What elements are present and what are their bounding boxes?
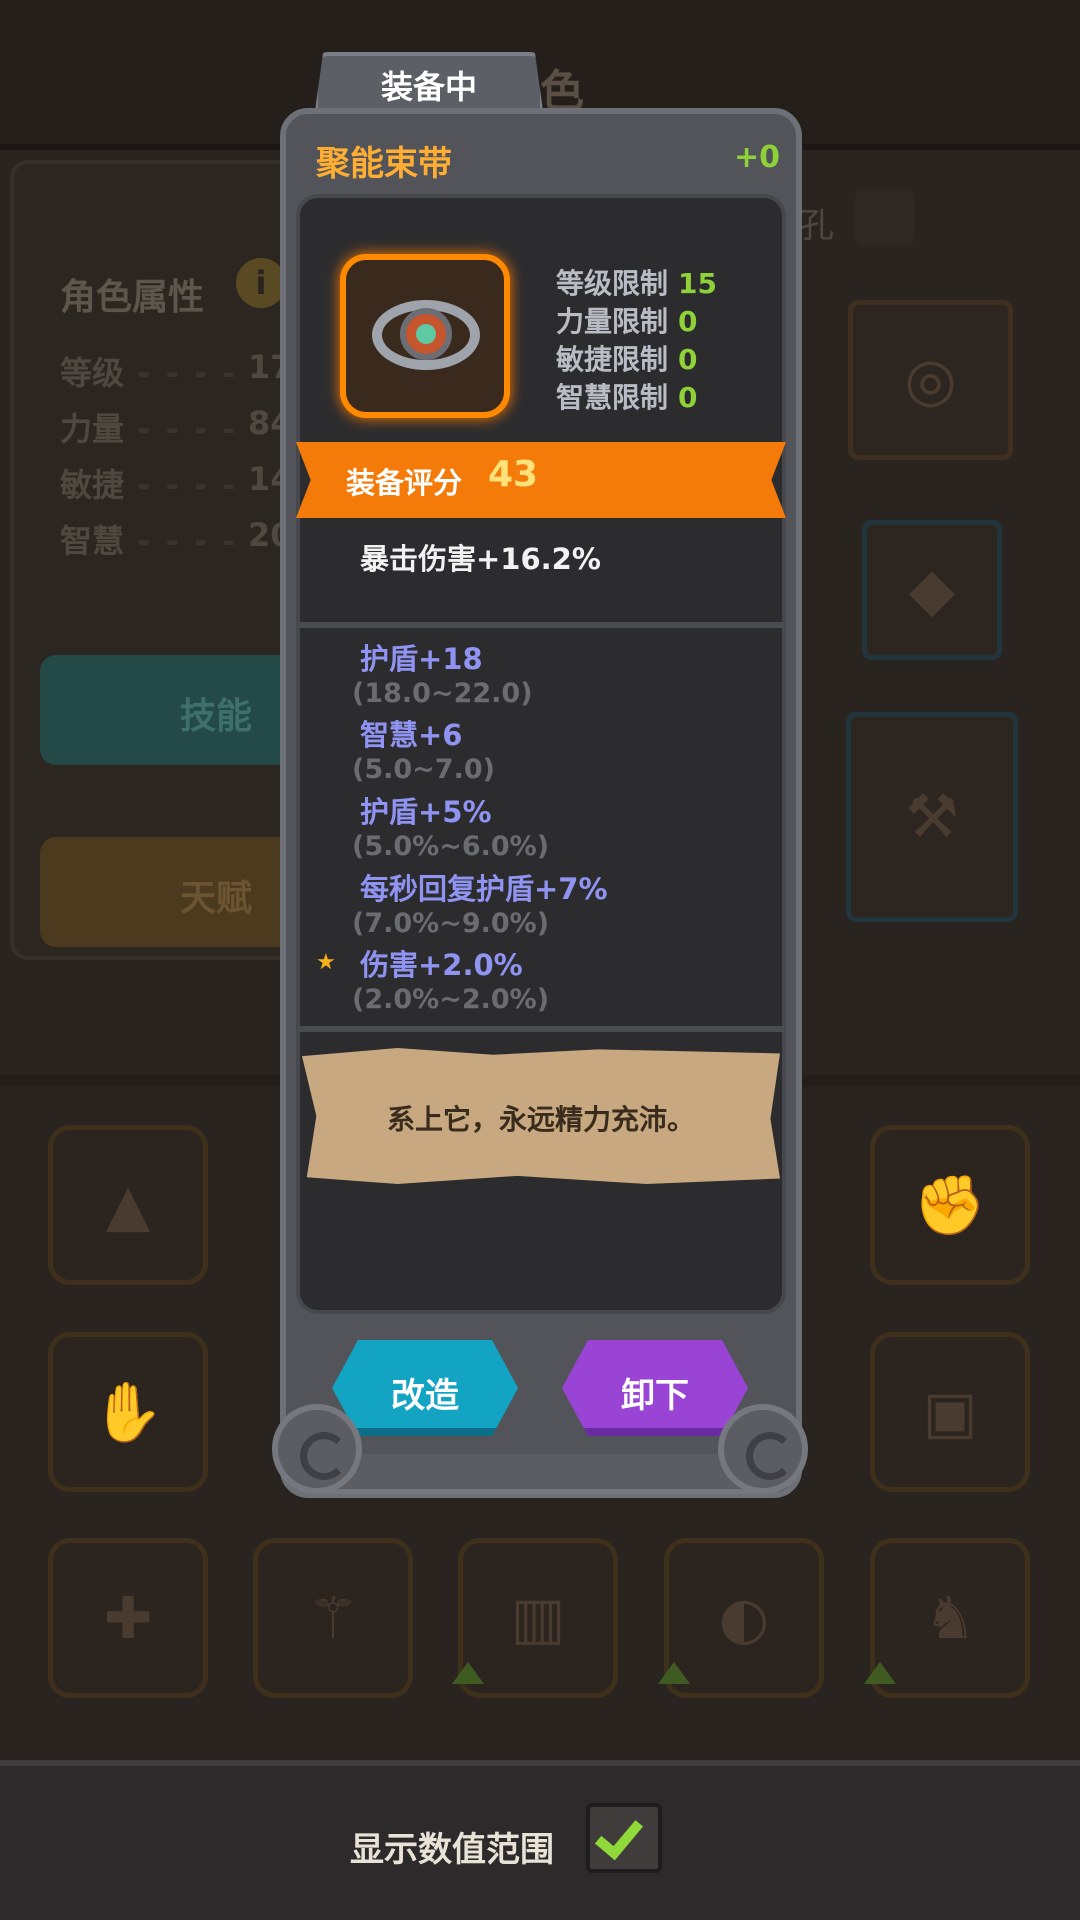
gauntlet-icon: ✊ [913,1170,987,1239]
attributes-title: 角色属性 [60,277,205,318]
inventory-slot[interactable]: ▲ [48,1125,208,1285]
requirement-label: 智慧限制 [556,381,669,414]
requirement-wisdom: 智慧限制 0 [556,376,698,416]
requirement-label: 敏捷限制 [556,343,669,376]
necklace-icon: ◆ [908,555,956,625]
affix-range: (5.0%~6.0%) [352,831,550,862]
stat-label: 等级 [60,354,125,392]
affix-line: 护盾+18 [360,642,483,676]
staff-icon: ⚚ [307,1584,359,1652]
equip-slot-necklace[interactable]: ◆ [862,520,1002,660]
axe-icon: ◐ [718,1584,770,1652]
stat-wisdom: 智慧 - - - - - 20 [60,516,293,560]
chest-icon: ✚ [103,1584,153,1652]
show-range-label: 显示数值范围 [350,1830,554,1870]
inventory-slot[interactable]: ▣ [870,1332,1030,1492]
affix-line: 护盾+5% [360,795,492,829]
socket-label: 孔 [800,206,834,246]
affix-line: 每秒回复护盾+7% [360,872,608,906]
section-divider [298,622,784,628]
requirement-value: 0 [678,305,698,338]
score-label: 装备评分 [346,466,463,500]
armor-icon: ▣ [922,1378,978,1446]
requirement-agility: 敏捷限制 0 [556,338,698,378]
skill-button[interactable]: 技能 [40,655,300,765]
stat-level: 等级 - - - - - 17 [60,348,293,392]
reforge-button-label: 改造 [391,1376,459,1416]
flavor-text: 系上它，永远精力充沛。 [386,1103,695,1136]
equip-slot-weapon[interactable]: ⚒ [846,712,1018,922]
skill-button-label: 技能 [180,696,253,737]
stat-label: 力量 [60,410,125,448]
curl-ornament-icon [272,1404,362,1494]
requirement-value: 0 [678,381,698,414]
equipped-tab-label: 装备中 [380,68,477,106]
inventory-slot[interactable]: ✋ [48,1332,208,1492]
helmet-icon: ♞ [924,1584,976,1652]
unequip-button-label: 卸下 [621,1376,689,1416]
bracer-icon: ▥ [510,1584,566,1652]
glove-icon: ✋ [91,1377,165,1446]
inventory-slot[interactable]: ✚ [48,1538,208,1698]
base-stat: 暴击伤害+16.2% [360,542,601,576]
stat-label: 敏捷 [60,466,125,504]
requirement-label: 力量限制 [556,305,669,338]
affix-range: (7.0%~9.0%) [352,908,550,939]
star-icon: ★ [316,950,336,975]
stat-strength: 力量 - - - - - 84 [60,404,293,448]
affix-line: 伤害+2.0% [360,948,523,982]
boots-icon: ▲ [105,1171,151,1239]
socket-checkbox[interactable] [855,190,915,246]
talent-button[interactable]: 天赋 [40,837,300,947]
requirement-strength: 力量限制 0 [556,300,698,340]
info-icon[interactable]: i [236,258,286,308]
curl-ornament-icon [718,1404,808,1494]
affix-range: (18.0~22.0) [352,678,533,709]
enhance-level: +0 [733,140,780,175]
affix-range: (5.0~7.0) [352,754,495,785]
requirement-value: 15 [678,267,717,300]
requirement-value: 0 [678,343,698,376]
inventory-slot[interactable]: ⚚ [253,1538,413,1698]
item-icon-frame [340,254,510,418]
section-divider [298,1026,784,1032]
score-value: 43 [488,454,539,495]
show-range-checkbox[interactable] [586,1803,662,1873]
weapon-icon: ⚒ [905,782,959,852]
upgrade-arrow-icon [452,1662,484,1684]
ring-gem-core [416,324,436,344]
checkmark-icon [594,1809,644,1861]
requirement-label: 等级限制 [556,267,669,300]
item-name: 聚能束带 [316,144,452,184]
stat-label: 智慧 [60,522,125,560]
inventory-slot[interactable]: ✊ [870,1125,1030,1285]
requirement-level: 等级限制 15 [556,262,717,302]
ring-icon: ◎ [904,345,957,415]
upgrade-arrow-icon [864,1662,896,1684]
stat-agility: 敏捷 - - - - - 14 [60,460,293,504]
talent-button-label: 天赋 [180,878,253,919]
equip-slot-ring[interactable]: ◎ [848,300,1013,460]
popup-footer [300,1454,780,1494]
affix-line: 智慧+6 [360,718,463,752]
affix-range: (2.0%~2.0%) [352,984,550,1015]
upgrade-arrow-icon [658,1662,690,1684]
